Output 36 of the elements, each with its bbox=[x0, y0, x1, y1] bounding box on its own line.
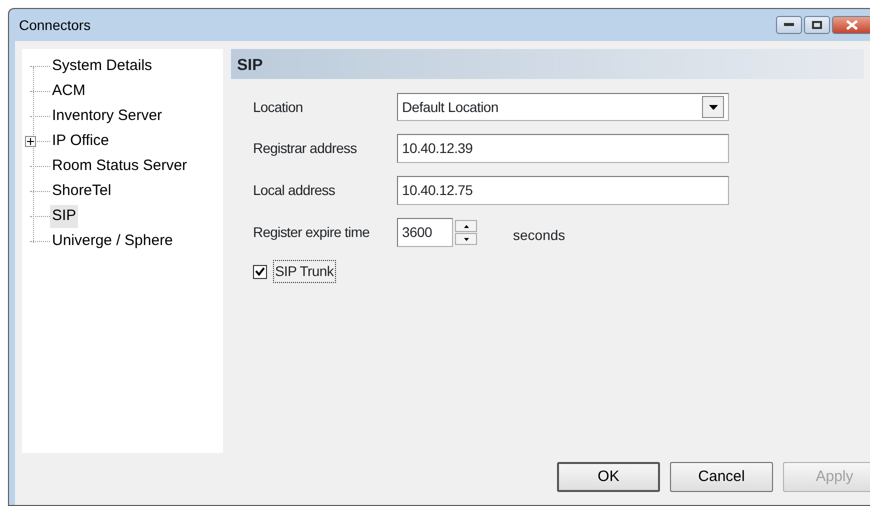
tree-item[interactable]: Room Status Server bbox=[50, 155, 190, 178]
field-label: Local address bbox=[253, 181, 336, 200]
field-label: Register expire time bbox=[253, 223, 370, 242]
tree-item[interactable]: SIP bbox=[50, 205, 78, 228]
tree-item[interactable]: ACM bbox=[50, 80, 88, 103]
dialog-button[interactable]: OK bbox=[557, 462, 660, 492]
dialog-button[interactable]: Cancel bbox=[670, 462, 773, 492]
checkbox[interactable] bbox=[253, 264, 267, 278]
minimize-button[interactable] bbox=[776, 16, 802, 34]
spin-up-button[interactable] bbox=[455, 220, 477, 232]
maximize-button[interactable] bbox=[804, 16, 830, 34]
field-label: Registrar address bbox=[253, 139, 358, 158]
window-title: Connectors bbox=[19, 16, 91, 34]
spin-down-button[interactable] bbox=[455, 233, 477, 245]
checkbox-label[interactable]: SIP Trunk bbox=[273, 260, 336, 283]
text-field[interactable]: 10.40.12.39 bbox=[397, 134, 729, 163]
close-button[interactable] bbox=[832, 16, 870, 34]
check-icon bbox=[255, 267, 265, 276]
tree-item[interactable]: IP Office bbox=[50, 130, 111, 153]
location-dropdown[interactable]: Default Location bbox=[397, 93, 729, 121]
tree-item[interactable]: Univerge / Sphere bbox=[50, 230, 175, 253]
down-arrow-icon bbox=[464, 238, 468, 240]
minimize-icon bbox=[784, 23, 794, 27]
text-field[interactable]: 10.40.12.75 bbox=[397, 176, 729, 205]
unit-label: seconds bbox=[513, 226, 566, 244]
tree-item[interactable]: ShoreTel bbox=[50, 180, 114, 203]
close-icon bbox=[846, 20, 858, 30]
section-header: SIP bbox=[231, 49, 864, 79]
number-field[interactable]: 3600 bbox=[397, 218, 453, 247]
maximize-icon bbox=[812, 21, 822, 29]
field-label: Location bbox=[253, 98, 304, 116]
tree-item[interactable]: Inventory Server bbox=[50, 105, 164, 128]
expand-toggle[interactable] bbox=[25, 136, 36, 147]
tree-item[interactable]: System Details bbox=[50, 55, 154, 78]
up-arrow-icon bbox=[464, 224, 468, 228]
dropdown-arrow-icon bbox=[708, 104, 718, 110]
